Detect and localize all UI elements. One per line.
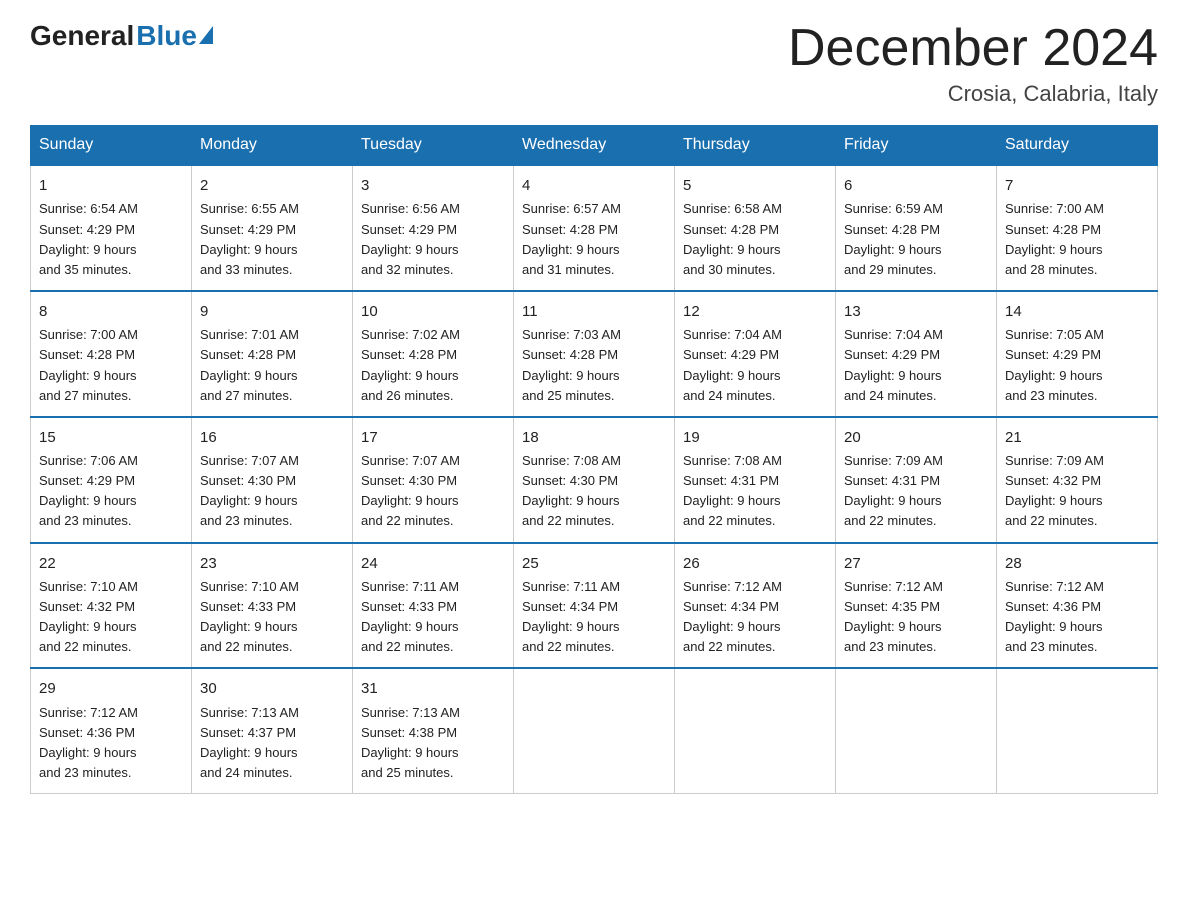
header-saturday: Saturday (997, 126, 1158, 166)
calendar-cell: 5 Sunrise: 6:58 AM Sunset: 4:28 PM Dayli… (675, 165, 836, 291)
day-number: 26 (683, 552, 827, 575)
calendar-cell (675, 668, 836, 793)
day-number: 2 (200, 174, 344, 197)
day-number: 7 (1005, 174, 1149, 197)
logo: General Blue (30, 20, 213, 52)
logo-blue-part: Blue (136, 20, 213, 52)
calendar-cell: 20 Sunrise: 7:09 AM Sunset: 4:31 PM Dayl… (836, 417, 997, 543)
calendar-week-row: 1 Sunrise: 6:54 AM Sunset: 4:29 PM Dayli… (31, 165, 1158, 291)
calendar-cell: 7 Sunrise: 7:00 AM Sunset: 4:28 PM Dayli… (997, 165, 1158, 291)
calendar-table: Sunday Monday Tuesday Wednesday Thursday… (30, 125, 1158, 794)
calendar-cell: 31 Sunrise: 7:13 AM Sunset: 4:38 PM Dayl… (353, 668, 514, 793)
day-number: 3 (361, 174, 505, 197)
header-thursday: Thursday (675, 126, 836, 166)
day-number: 21 (1005, 426, 1149, 449)
page-header: General Blue December 2024 Crosia, Calab… (30, 20, 1158, 107)
day-number: 16 (200, 426, 344, 449)
calendar-cell: 10 Sunrise: 7:02 AM Sunset: 4:28 PM Dayl… (353, 291, 514, 417)
calendar-cell: 15 Sunrise: 7:06 AM Sunset: 4:29 PM Dayl… (31, 417, 192, 543)
calendar-cell: 6 Sunrise: 6:59 AM Sunset: 4:28 PM Dayli… (836, 165, 997, 291)
calendar-cell (514, 668, 675, 793)
calendar-cell (997, 668, 1158, 793)
calendar-cell: 2 Sunrise: 6:55 AM Sunset: 4:29 PM Dayli… (192, 165, 353, 291)
calendar-cell: 19 Sunrise: 7:08 AM Sunset: 4:31 PM Dayl… (675, 417, 836, 543)
day-number: 9 (200, 300, 344, 323)
calendar-cell: 9 Sunrise: 7:01 AM Sunset: 4:28 PM Dayli… (192, 291, 353, 417)
calendar-cell: 11 Sunrise: 7:03 AM Sunset: 4:28 PM Dayl… (514, 291, 675, 417)
calendar-week-row: 22 Sunrise: 7:10 AM Sunset: 4:32 PM Dayl… (31, 543, 1158, 669)
calendar-cell: 4 Sunrise: 6:57 AM Sunset: 4:28 PM Dayli… (514, 165, 675, 291)
logo-arrow-icon (199, 26, 213, 44)
header-friday: Friday (836, 126, 997, 166)
day-number: 27 (844, 552, 988, 575)
header-monday: Monday (192, 126, 353, 166)
calendar-cell: 17 Sunrise: 7:07 AM Sunset: 4:30 PM Dayl… (353, 417, 514, 543)
calendar-cell: 25 Sunrise: 7:11 AM Sunset: 4:34 PM Dayl… (514, 543, 675, 669)
calendar-cell: 12 Sunrise: 7:04 AM Sunset: 4:29 PM Dayl… (675, 291, 836, 417)
day-number: 8 (39, 300, 183, 323)
day-number: 12 (683, 300, 827, 323)
calendar-week-row: 8 Sunrise: 7:00 AM Sunset: 4:28 PM Dayli… (31, 291, 1158, 417)
header-wednesday: Wednesday (514, 126, 675, 166)
day-number: 23 (200, 552, 344, 575)
calendar-cell: 3 Sunrise: 6:56 AM Sunset: 4:29 PM Dayli… (353, 165, 514, 291)
day-number: 30 (200, 677, 344, 700)
day-number: 15 (39, 426, 183, 449)
day-number: 5 (683, 174, 827, 197)
calendar-cell: 23 Sunrise: 7:10 AM Sunset: 4:33 PM Dayl… (192, 543, 353, 669)
day-number: 13 (844, 300, 988, 323)
header-sunday: Sunday (31, 126, 192, 166)
day-number: 11 (522, 300, 666, 323)
calendar-cell: 22 Sunrise: 7:10 AM Sunset: 4:32 PM Dayl… (31, 543, 192, 669)
day-number: 4 (522, 174, 666, 197)
calendar-cell: 24 Sunrise: 7:11 AM Sunset: 4:33 PM Dayl… (353, 543, 514, 669)
header-tuesday: Tuesday (353, 126, 514, 166)
day-number: 31 (361, 677, 505, 700)
calendar-cell: 8 Sunrise: 7:00 AM Sunset: 4:28 PM Dayli… (31, 291, 192, 417)
month-title: December 2024 (788, 20, 1158, 77)
day-number: 14 (1005, 300, 1149, 323)
location-text: Crosia, Calabria, Italy (788, 81, 1158, 107)
day-number: 6 (844, 174, 988, 197)
day-number: 22 (39, 552, 183, 575)
day-number: 19 (683, 426, 827, 449)
day-number: 20 (844, 426, 988, 449)
day-number: 18 (522, 426, 666, 449)
calendar-week-row: 15 Sunrise: 7:06 AM Sunset: 4:29 PM Dayl… (31, 417, 1158, 543)
day-number: 1 (39, 174, 183, 197)
logo-general-text: General (30, 20, 134, 52)
day-number: 29 (39, 677, 183, 700)
title-section: December 2024 Crosia, Calabria, Italy (788, 20, 1158, 107)
calendar-week-row: 29 Sunrise: 7:12 AM Sunset: 4:36 PM Dayl… (31, 668, 1158, 793)
calendar-cell: 16 Sunrise: 7:07 AM Sunset: 4:30 PM Dayl… (192, 417, 353, 543)
calendar-cell: 26 Sunrise: 7:12 AM Sunset: 4:34 PM Dayl… (675, 543, 836, 669)
day-number: 25 (522, 552, 666, 575)
day-number: 10 (361, 300, 505, 323)
calendar-cell: 29 Sunrise: 7:12 AM Sunset: 4:36 PM Dayl… (31, 668, 192, 793)
calendar-cell: 21 Sunrise: 7:09 AM Sunset: 4:32 PM Dayl… (997, 417, 1158, 543)
calendar-cell: 13 Sunrise: 7:04 AM Sunset: 4:29 PM Dayl… (836, 291, 997, 417)
calendar-cell: 18 Sunrise: 7:08 AM Sunset: 4:30 PM Dayl… (514, 417, 675, 543)
days-header-row: Sunday Monday Tuesday Wednesday Thursday… (31, 126, 1158, 166)
day-number: 17 (361, 426, 505, 449)
day-number: 28 (1005, 552, 1149, 575)
day-number: 24 (361, 552, 505, 575)
calendar-cell: 28 Sunrise: 7:12 AM Sunset: 4:36 PM Dayl… (997, 543, 1158, 669)
calendar-cell: 1 Sunrise: 6:54 AM Sunset: 4:29 PM Dayli… (31, 165, 192, 291)
calendar-cell: 14 Sunrise: 7:05 AM Sunset: 4:29 PM Dayl… (997, 291, 1158, 417)
logo-blue-text: Blue (136, 20, 197, 52)
calendar-cell (836, 668, 997, 793)
calendar-cell: 30 Sunrise: 7:13 AM Sunset: 4:37 PM Dayl… (192, 668, 353, 793)
calendar-cell: 27 Sunrise: 7:12 AM Sunset: 4:35 PM Dayl… (836, 543, 997, 669)
